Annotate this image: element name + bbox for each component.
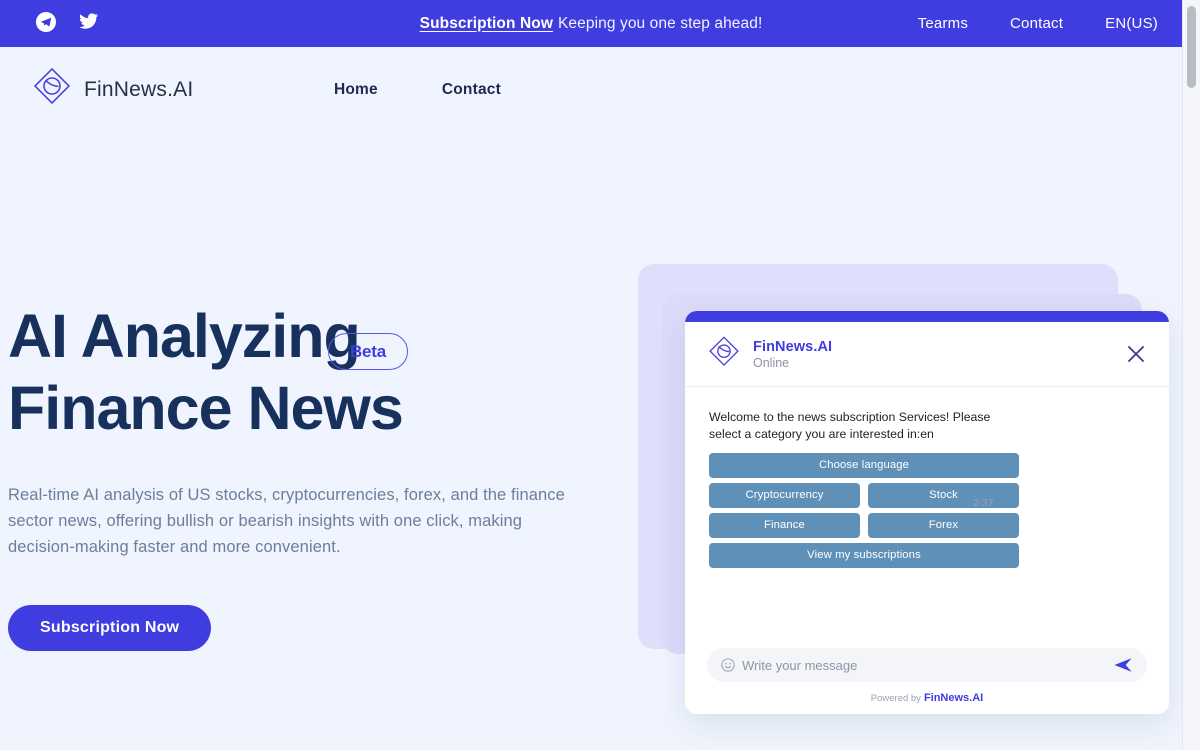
announcement-link-terms[interactable]: Tearms: [918, 15, 968, 32]
language-selector[interactable]: EN(US): [1105, 15, 1158, 32]
quick-reply-group: Choose language Cryptocurrency Stock Fin…: [709, 453, 1019, 568]
chat-widget: FinNews.AI Online Welcome to the news su…: [685, 311, 1169, 714]
vertical-scrollbar[interactable]: [1182, 0, 1200, 750]
emoji-icon[interactable]: [721, 658, 735, 672]
scrollbar-thumb[interactable]: [1187, 6, 1196, 88]
announcement-tagline: Keeping you one step ahead!: [557, 14, 763, 32]
announcement-link-contact[interactable]: Contact: [1010, 15, 1063, 32]
announcement-links: Tearms Contact EN(US): [918, 0, 1158, 47]
chat-message-area: Welcome to the news subscription Service…: [685, 387, 1169, 648]
chat-brand: FinNews.AI Online: [707, 334, 832, 375]
hero-subtitle: Real-time AI analysis of US stocks, cryp…: [8, 486, 565, 556]
quick-reply-cryptocurrency[interactable]: Cryptocurrency: [709, 483, 860, 508]
powered-by: Powered by FinNews.AI: [707, 692, 1147, 704]
quick-reply-forex[interactable]: Forex: [868, 513, 1019, 538]
main-navigation: Home Contact: [334, 81, 501, 99]
close-icon[interactable]: [1123, 341, 1149, 367]
site-header: FinNews.AI Home Contact: [0, 47, 1182, 132]
message-input[interactable]: [742, 657, 1113, 673]
quick-reply-view-my-subscriptions[interactable]: View my subscriptions: [709, 543, 1019, 568]
hero-heading-line2: Finance News: [8, 374, 404, 442]
quick-reply-finance[interactable]: Finance: [709, 513, 860, 538]
quick-reply-stock[interactable]: Stock: [868, 483, 1019, 508]
chat-header: FinNews.AI Online: [685, 322, 1169, 387]
nav-item-contact[interactable]: Contact: [442, 81, 501, 99]
finnews-diamond-icon: [32, 65, 72, 114]
quick-reply-choose-language[interactable]: Choose language: [709, 453, 1019, 478]
announcement-link[interactable]: Subscription Now: [420, 15, 553, 33]
chat-accent-bar: [685, 311, 1169, 322]
bot-message: Welcome to the news subscription Service…: [709, 410, 991, 441]
browser-viewport: Subscription Now Keeping you one step ah…: [0, 0, 1182, 750]
message-timestamp: 2:37: [973, 497, 994, 509]
message-composer: [707, 648, 1147, 682]
send-icon[interactable]: [1113, 656, 1133, 674]
hero-heading-line1: AI Analyzing: [8, 302, 361, 370]
brand-logo[interactable]: FinNews.AI: [32, 65, 193, 114]
chat-brand-name: FinNews.AI: [753, 338, 833, 355]
powered-by-brand: FinNews.AI: [923, 692, 984, 704]
finnews-diamond-icon: [707, 334, 741, 375]
announcement-bar: Subscription Now Keeping you one step ah…: [0, 0, 1182, 47]
subscription-now-button[interactable]: Subscription Now: [8, 605, 212, 651]
hero-section: AI Analyzing Finance News Beta Real-time…: [8, 300, 608, 651]
nav-item-home[interactable]: Home: [334, 81, 378, 99]
chat-footer: Powered byFinNews.AI: [685, 648, 1169, 714]
page-title: AI Analyzing Finance News Beta: [8, 300, 568, 444]
status-badge: Online: [753, 355, 790, 370]
beta-badge[interactable]: Beta: [328, 333, 408, 370]
brand-name: FinNews.AI: [84, 77, 194, 101]
powered-by-label: Powered by: [870, 693, 921, 704]
